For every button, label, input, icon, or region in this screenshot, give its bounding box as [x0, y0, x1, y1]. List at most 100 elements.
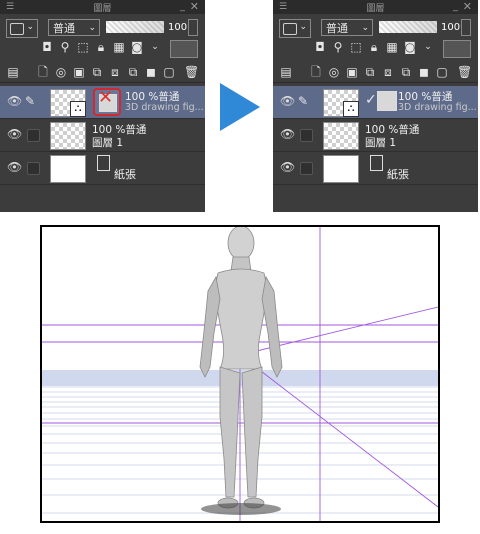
clip-layer-icon[interactable]: ◘	[313, 40, 327, 54]
trash-icon[interactable]: 🗑︎	[184, 65, 199, 79]
layer-row-1[interactable]: 👁︎ 100 %普通 圖層 1	[0, 119, 205, 152]
layer-name: 紙張	[387, 168, 409, 181]
eye-icon[interactable]: 👁︎	[280, 95, 295, 108]
layer-color-dropdown[interactable]: ⌄	[6, 19, 38, 38]
layer-mask-icon[interactable]: ◼	[417, 65, 431, 79]
new-raster-layer-icon[interactable]: 🗋	[36, 65, 50, 79]
eye-icon[interactable]: 👁︎	[7, 128, 22, 141]
panel-titlebar: ☰ 圖層 _ ✕	[0, 0, 205, 14]
layer-property-bar: ⌄ 普通 ⌄ 100	[273, 18, 478, 38]
layer-actions-bar: ▤ 🗋 ◎ ▣ ⧉ ⧈ ⧉ ◼ ▢ 🗑︎	[273, 62, 478, 83]
layer-list-icon[interactable]: ▤	[279, 65, 293, 79]
copy-layer-icon[interactable]: ⧉	[399, 65, 413, 79]
eye-icon[interactable]: 👁︎	[7, 161, 22, 174]
layer-list-icon[interactable]: ▤	[6, 65, 20, 79]
lock-transparent-icon[interactable]: ▦	[112, 40, 126, 54]
clip-layer-icon[interactable]: ◘	[40, 40, 54, 54]
new-vector-layer-icon[interactable]: ◎	[327, 65, 341, 79]
apply-mask-icon[interactable]: ▢	[162, 65, 176, 79]
new-folder-icon[interactable]: ▣	[345, 65, 359, 79]
reference-toggle-icon[interactable]	[170, 40, 198, 58]
trash-icon[interactable]: 🗑︎	[457, 65, 472, 79]
3d-layer-icon: ⛬	[70, 101, 86, 117]
merge-down-icon[interactable]: ⧈	[381, 65, 395, 79]
new-raster-layer-icon[interactable]: 🗋	[309, 65, 323, 79]
new-vector-layer-icon[interactable]: ◎	[54, 65, 68, 79]
layer-options-bar: ◘ ⚲ ⬚ 🔒︎ ▦ ◙ ⌄	[273, 40, 478, 58]
opacity-spinner[interactable]	[461, 19, 471, 36]
opacity-spinner[interactable]	[188, 19, 198, 36]
reference-layer-on-icon[interactable]: ✓	[365, 91, 397, 113]
layer-color-dropdown[interactable]: ⌄	[279, 19, 311, 38]
arrow-right-icon	[220, 83, 260, 131]
blend-mode-select[interactable]: 普通 ⌄	[48, 19, 100, 36]
minimize-icon[interactable]: _	[453, 1, 458, 12]
layer-panel-before: ☰ 圖層 _ ✕ ⌄ 普通 ⌄ 100 ◘ ⚲ ⬚ 🔒︎ ▦ ◙ ⌄ ▤ 🗋 ◎ …	[0, 0, 205, 212]
reference-layer-icon[interactable]: ⚲	[58, 40, 72, 54]
lock-icon[interactable]: 🔒︎	[367, 40, 381, 54]
lock-icon[interactable]: 🔒︎	[94, 40, 108, 54]
3d-layer-icon: ⛬	[343, 101, 359, 117]
canvas-scene	[42, 227, 438, 521]
transfer-down-icon[interactable]: ⧉	[90, 65, 104, 79]
layer-lock-box[interactable]	[300, 162, 313, 175]
layer-thumbnail: ⛬	[50, 89, 86, 117]
lock-transparent-icon[interactable]: ▦	[385, 40, 399, 54]
figure-shadow	[201, 503, 281, 515]
layer-thumbnail	[323, 122, 359, 150]
opacity-slider[interactable]	[106, 21, 164, 33]
draft-layer-icon[interactable]: ⬚	[76, 40, 90, 54]
layer-row-paper[interactable]: 👁︎ 紙張	[0, 152, 205, 185]
layer-lock-box[interactable]	[300, 129, 313, 142]
blend-mode-value: 普通	[326, 22, 348, 35]
opacity-value[interactable]: 100	[168, 19, 187, 36]
transfer-down-icon[interactable]: ⧉	[363, 65, 377, 79]
layer-thumbnail	[323, 155, 359, 183]
reference-layer-off-icon[interactable]: ✕	[93, 87, 121, 116]
chevron-down-icon[interactable]: ⌄	[148, 40, 162, 54]
paper-icon	[370, 155, 383, 171]
layer-row-paper[interactable]: 👁︎ 紙張	[273, 152, 478, 185]
chevron-down-icon: ⌄	[88, 23, 96, 33]
layer-row-1[interactable]: 👁︎ 100 %普通 圖層 1	[273, 119, 478, 152]
pen-icon: ✎	[25, 94, 36, 108]
blend-mode-value: 普通	[53, 22, 75, 35]
layer-name: 3D drawing fig...	[398, 102, 477, 113]
drawing-canvas[interactable]	[40, 225, 440, 523]
copy-layer-icon[interactable]: ⧉	[126, 65, 140, 79]
chevron-down-icon: ⌄	[26, 22, 34, 32]
minimize-icon[interactable]: _	[180, 1, 185, 12]
layer-lock-box[interactable]	[27, 162, 40, 175]
layer-thumbnail: ⛬	[323, 89, 359, 117]
reference-layer-icon[interactable]: ⚲	[331, 40, 345, 54]
opacity-slider[interactable]	[379, 21, 437, 33]
reference-toggle-icon[interactable]	[443, 40, 471, 58]
pen-icon: ✎	[298, 94, 309, 108]
layer-name: 3D drawing fig...	[125, 102, 204, 113]
mask-icon[interactable]: ◙	[130, 40, 144, 54]
layer-options-bar: ◘ ⚲ ⬚ 🔒︎ ▦ ◙ ⌄	[0, 40, 205, 58]
eye-icon[interactable]: 👁︎	[280, 161, 295, 174]
layer-lock-box[interactable]	[27, 129, 40, 142]
layer-row-3d[interactable]: 👁︎ ✎ ⛬ ✓ 100 %普通 3D drawing fig...	[273, 86, 478, 119]
mask-icon[interactable]: ◙	[403, 40, 417, 54]
layer-mask-icon[interactable]: ◼	[144, 65, 158, 79]
paper-icon	[97, 155, 110, 171]
eye-icon[interactable]: 👁︎	[280, 128, 295, 141]
3d-figure	[199, 227, 283, 509]
checkmark-icon: ✓	[365, 92, 377, 108]
merge-down-icon[interactable]: ⧈	[108, 65, 122, 79]
close-icon[interactable]: ✕	[190, 0, 199, 13]
chevron-down-icon: ⌄	[361, 23, 369, 33]
draft-layer-icon[interactable]: ⬚	[349, 40, 363, 54]
layer-property-bar: ⌄ 普通 ⌄ 100	[0, 18, 205, 38]
eye-icon[interactable]: 👁︎	[7, 95, 22, 108]
layer-name: 紙張	[114, 168, 136, 181]
chevron-down-icon[interactable]: ⌄	[421, 40, 435, 54]
opacity-value[interactable]: 100	[441, 19, 460, 36]
layer-row-3d[interactable]: 👁︎ ✎ ⛬ ✕ 100 %普通 3D drawing fig...	[0, 86, 205, 119]
blend-mode-select[interactable]: 普通 ⌄	[321, 19, 373, 36]
apply-mask-icon[interactable]: ▢	[435, 65, 449, 79]
close-icon[interactable]: ✕	[463, 0, 472, 13]
new-folder-icon[interactable]: ▣	[72, 65, 86, 79]
